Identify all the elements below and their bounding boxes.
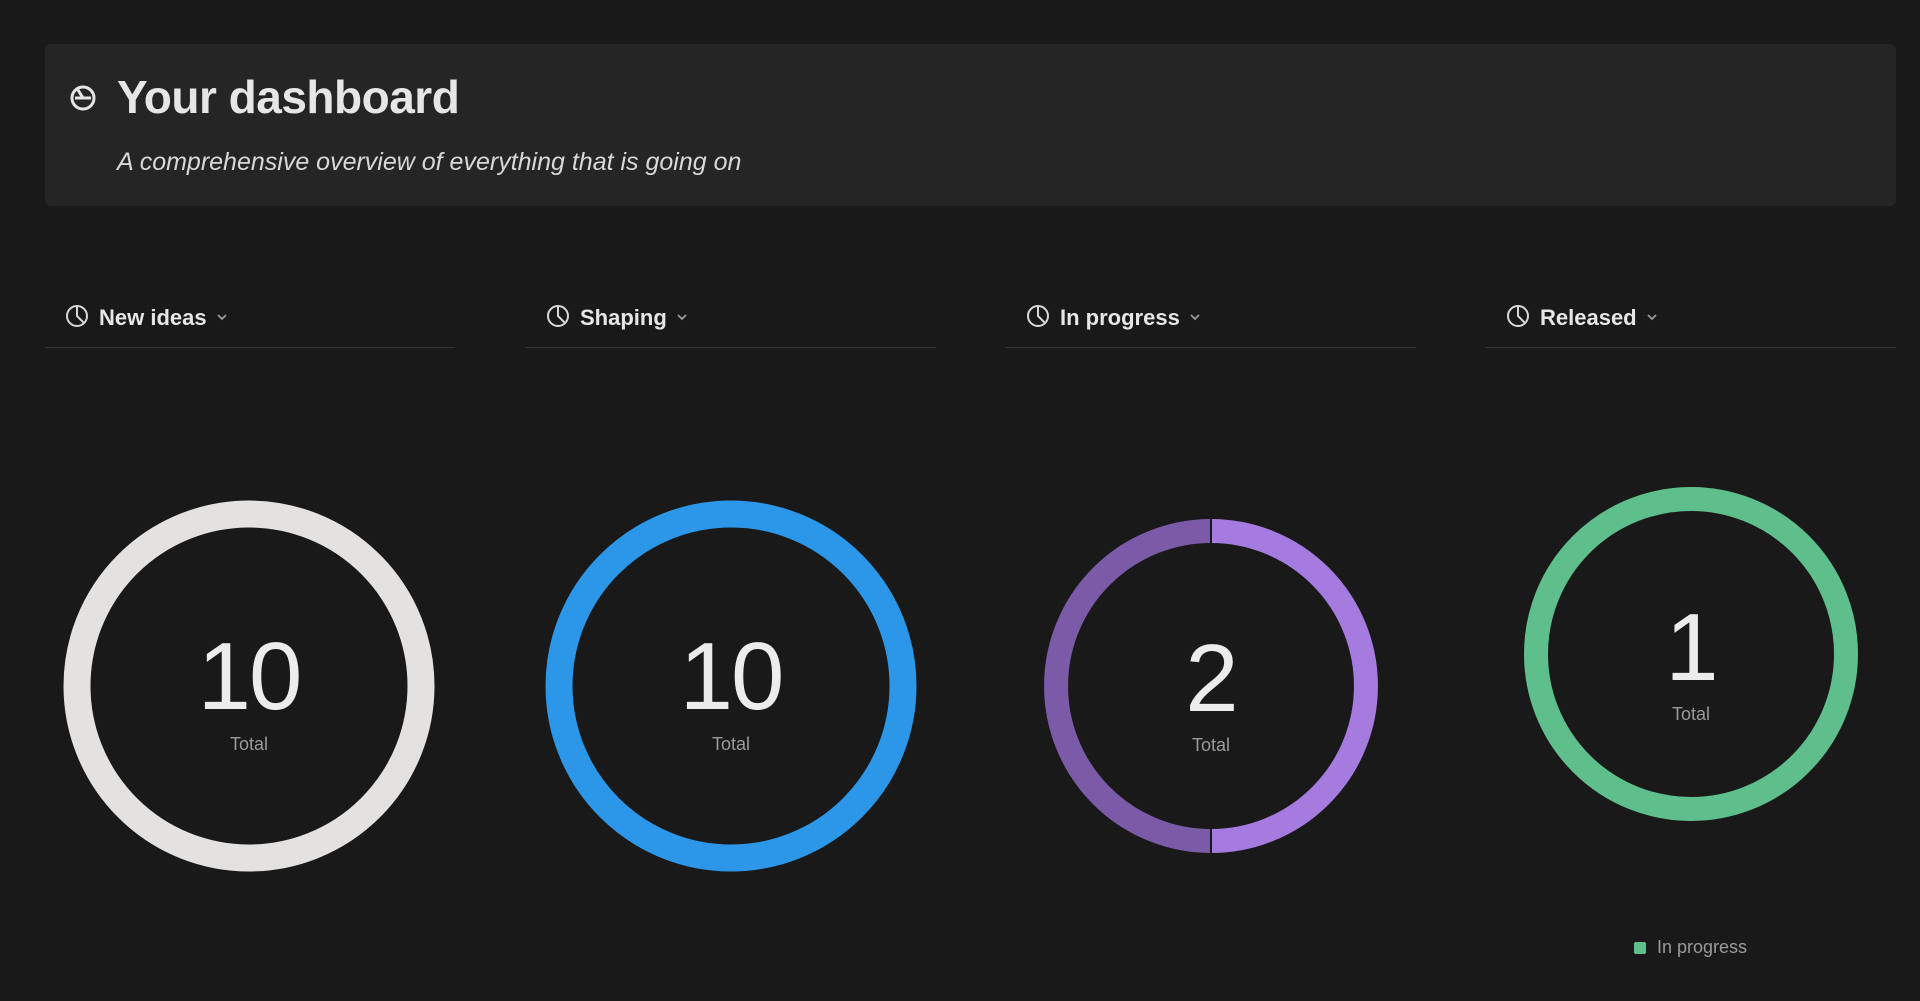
- chart-in-progress: In progress 2 Total: [1006, 290, 1416, 990]
- total-value: 10: [197, 623, 303, 730]
- chart-released: Released 1 Total: [1486, 290, 1896, 990]
- tab-label: Shaping: [580, 305, 689, 331]
- chevron-down-icon: [1190, 314, 1200, 321]
- chevron-down-icon: [677, 314, 687, 321]
- total-label: Total: [711, 734, 751, 754]
- donut-new-ideas[interactable]: 10 Total: [63, 500, 435, 872]
- tab-new-ideas[interactable]: New ideas: [45, 290, 455, 348]
- pie-chart-icon: [66, 305, 88, 327]
- pie-chart-icon: [1507, 305, 1529, 327]
- tab-label: Released: [1540, 305, 1659, 331]
- total-label: Total: [1671, 704, 1711, 724]
- total-value: 1: [1665, 594, 1718, 701]
- chart-new-ideas: New ideas 10 Total: [45, 290, 455, 990]
- donut-shaping[interactable]: 10 Total: [545, 500, 917, 872]
- total-value: 10: [679, 623, 785, 730]
- total-label: Total: [229, 734, 269, 754]
- chart-shaping: Shaping 10 Total: [526, 290, 936, 990]
- tab-shaping[interactable]: Shaping: [526, 290, 936, 348]
- chevron-down-icon: [216, 314, 227, 321]
- total-label: Total: [1191, 735, 1231, 755]
- legend-label: In progress: [1657, 937, 1748, 957]
- tab-in-progress[interactable]: In progress: [1006, 290, 1416, 348]
- page-title: Your dashboard: [117, 71, 460, 123]
- dashboard-icon: [70, 85, 96, 111]
- chevron-down-icon: [1646, 314, 1657, 321]
- pie-chart-icon: [547, 305, 569, 327]
- legend-swatch: [1634, 941, 1646, 954]
- pie-chart-icon: [1027, 305, 1049, 327]
- tab-label: In progress: [1060, 305, 1202, 331]
- tab-label: New ideas: [99, 305, 229, 331]
- tab-released[interactable]: Released: [1486, 290, 1896, 348]
- donut-released[interactable]: 1 Total: [1524, 487, 1858, 821]
- donut-in-progress[interactable]: 2 Total: [1044, 519, 1378, 853]
- total-value: 2: [1185, 625, 1238, 732]
- dashboard-header: Your dashboard A comprehensive overview …: [45, 44, 1896, 206]
- legend-item[interactable]: In progress: [1634, 937, 1747, 958]
- page-subtitle: A comprehensive overview of everything t…: [117, 148, 742, 176]
